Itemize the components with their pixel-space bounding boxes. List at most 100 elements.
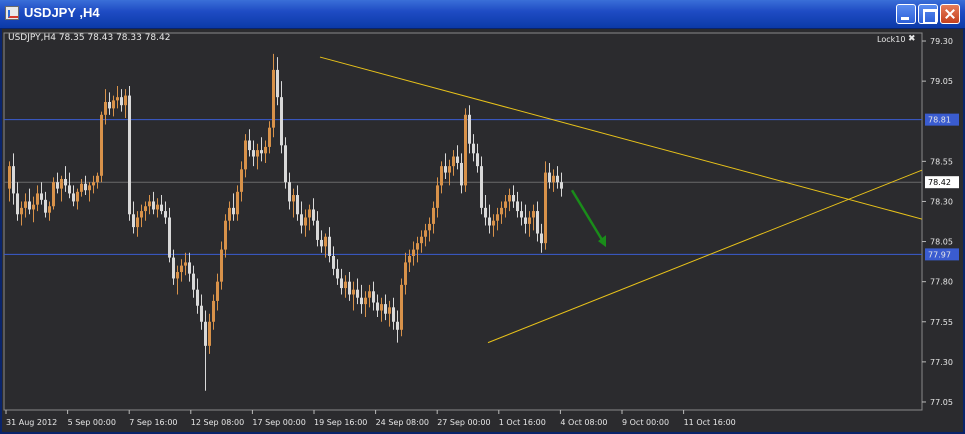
candle-body: [432, 207, 435, 224]
candle-body: [400, 284, 403, 330]
candle-body: [204, 321, 207, 346]
candle-body: [304, 217, 307, 226]
candle-body: [340, 278, 343, 289]
candle-body: [28, 201, 31, 210]
price-chart[interactable]: 79.30 79.05 78.55 78.30 78.05 77.80 77.55 77.30…: [2, 29, 963, 432]
candle-body: [424, 230, 427, 237]
candle-body: [356, 289, 359, 298]
candle-body: [264, 146, 267, 154]
candle-body: [188, 262, 191, 274]
candle-body: [80, 183, 83, 192]
candle-body: [320, 239, 323, 247]
candle-body: [560, 182, 563, 189]
x-tick-label: 7 Sep 16:00: [129, 418, 177, 427]
maximize-button[interactable]: [918, 4, 938, 24]
candle-body: [492, 220, 495, 226]
candle-body: [232, 207, 235, 215]
candle-body: [476, 153, 479, 167]
y-tick-label: 77.30: [930, 358, 953, 367]
candle-body: [136, 217, 139, 228]
candle-body: [260, 150, 263, 154]
candle-body: [404, 262, 407, 285]
candle-body: [436, 185, 439, 208]
candle-body: [392, 307, 395, 322]
candle-body: [176, 272, 179, 279]
x-tick-label: 9 Oct 00:00: [622, 418, 669, 427]
candle-body: [480, 166, 483, 208]
chart-app-icon[interactable]: [5, 6, 19, 20]
trendline-lower: [487, 169, 922, 344]
candle-body: [444, 166, 447, 173]
candle-body: [372, 291, 375, 303]
candle-body: [296, 195, 299, 215]
candle-body: [488, 217, 491, 226]
candle-body: [236, 191, 239, 215]
hline-price-label: 77.97: [928, 250, 951, 259]
candle-body: [308, 209, 311, 218]
candle-body: [532, 211, 535, 218]
candle-body: [348, 281, 351, 295]
candle-body: [516, 201, 519, 212]
candle-body: [496, 214, 499, 221]
candle-body: [168, 217, 171, 258]
candle-body: [276, 69, 279, 98]
candle-body: [132, 214, 135, 228]
candle-body: [528, 217, 531, 224]
candle-body: [336, 268, 339, 279]
candle-body: [540, 233, 543, 244]
candle-body: [360, 297, 363, 305]
y-tick-label: 79.30: [930, 37, 953, 46]
window-title: USDJPY ,H4: [24, 5, 100, 20]
candle-body: [544, 172, 547, 244]
candle-body: [200, 305, 203, 322]
candle-body: [88, 185, 91, 191]
candle-body: [20, 207, 23, 215]
minimize-button[interactable]: [896, 4, 916, 24]
candle-body: [148, 201, 151, 207]
candle-body: [512, 195, 515, 202]
lock-close-icon[interactable]: ✖: [908, 35, 916, 44]
x-tick-label: 17 Sep 00:00: [252, 418, 305, 427]
candle-body: [524, 217, 527, 224]
candle-body: [256, 150, 259, 157]
close-button[interactable]: [940, 4, 960, 24]
title-bar[interactable]: USDJPY ,H4: [0, 0, 965, 28]
candle-body: [272, 69, 275, 128]
candle-body: [164, 211, 167, 218]
candle-body: [124, 95, 127, 106]
hline-price-label: 78.81: [928, 116, 951, 125]
candle-body: [92, 182, 95, 186]
candle-body: [44, 199, 47, 213]
candle-body: [172, 257, 175, 279]
candle-body: [36, 193, 39, 205]
candle-body: [40, 193, 43, 200]
candle-body: [536, 211, 539, 234]
candle-body: [96, 175, 99, 183]
candle-body: [224, 220, 227, 250]
candle-body: [104, 101, 107, 115]
candle-body: [332, 255, 335, 269]
candle-body: [244, 140, 247, 170]
chart-area[interactable]: 79.30 79.05 78.55 78.30 78.05 77.80 77.55 77.30…: [2, 29, 963, 432]
candle-body: [216, 281, 219, 301]
candle-body: [248, 140, 251, 151]
candle-body: [64, 178, 67, 186]
candle-body: [520, 211, 523, 218]
candle-body: [284, 145, 287, 183]
candle-body: [212, 300, 215, 322]
down-arrow-icon: [570, 189, 606, 244]
candle-body: [184, 262, 187, 266]
candle-body: [72, 193, 75, 202]
candle-body: [408, 255, 411, 263]
candle-body: [100, 114, 103, 176]
candle-body: [428, 223, 431, 231]
candle-body: [156, 204, 159, 210]
candle-body: [32, 204, 35, 210]
x-tick-label: 5 Sep 00:00: [68, 418, 116, 427]
candle-body: [352, 289, 355, 295]
candle-body: [376, 302, 379, 311]
candle-body: [448, 166, 451, 173]
candle-body: [84, 183, 87, 191]
x-tick-label: 12 Sep 08:00: [191, 418, 244, 427]
candle-body: [328, 236, 331, 256]
